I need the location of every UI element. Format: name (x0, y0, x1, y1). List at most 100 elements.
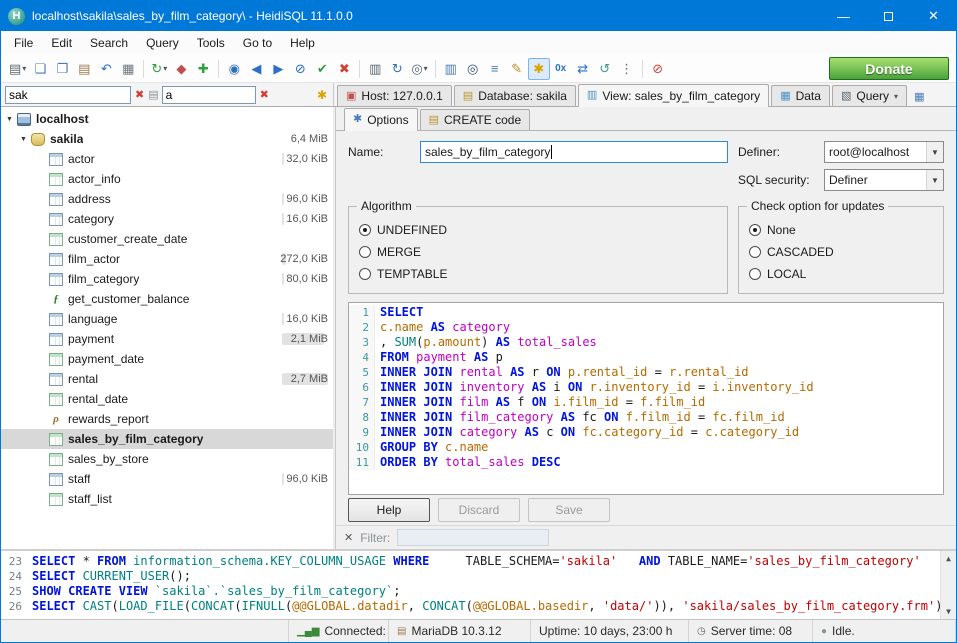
tree-item-payment-date[interactable]: ▼payment_date (1, 349, 333, 369)
table-filter-input[interactable] (162, 86, 256, 104)
tree-item-film-category[interactable]: ▼film_category80,0 KiB (1, 269, 333, 289)
sync-button[interactable]: ↺ (594, 58, 616, 80)
tree-item-payment[interactable]: ▼payment2,1 MiB (1, 329, 333, 349)
expand-arrow-icon[interactable]: ▼ (17, 136, 30, 143)
tree-item-customer-create-date[interactable]: ▼customer_create_date (1, 229, 333, 249)
close-button[interactable]: ✕ (911, 1, 956, 31)
tree-item-language[interactable]: ▼language16,0 KiB (1, 309, 333, 329)
close-filter-icon[interactable]: ✕ (344, 531, 353, 544)
tree-item-actor[interactable]: ▼actor32,0 KiB (1, 149, 333, 169)
reload-button[interactable]: ↻ (386, 58, 408, 80)
scroll-down-icon[interactable]: ▼ (946, 604, 951, 619)
expand-arrow-icon[interactable]: ▼ (3, 116, 16, 123)
radio-button[interactable] (749, 246, 761, 258)
clear-tree-filter-icon[interactable]: ✖ (134, 88, 145, 101)
tree-item-get-customer-balance[interactable]: ▼ƒget_customer_balance (1, 289, 333, 309)
panels-button[interactable]: ▥ (440, 58, 462, 80)
data-filter-input[interactable] (397, 529, 549, 546)
clear-table-filter-icon[interactable]: ✖ (259, 88, 270, 101)
definer-combo[interactable]: root@localhost ▼ (824, 141, 944, 163)
session-manager-button[interactable]: ▤▾ (6, 58, 29, 80)
copy-button[interactable]: ❐ (51, 58, 73, 80)
radio-option-cascaded[interactable]: CASCADED (749, 241, 933, 263)
search-button[interactable]: ◎▾ (408, 58, 430, 80)
log-scrollbar[interactable]: ▲ ▼ (940, 551, 956, 619)
radio-button[interactable] (359, 246, 371, 258)
new-session-button[interactable]: ❏ (29, 58, 51, 80)
radio-button[interactable] (359, 224, 371, 236)
refresh-button[interactable]: ↻▾ (148, 58, 170, 80)
stop-button[interactable]: ⊘ (647, 58, 669, 80)
radio-option-undefined[interactable]: UNDEFINED (359, 219, 717, 241)
radio-option-none[interactable]: None (749, 219, 933, 241)
sql-editor[interactable]: 1SELECT2c.name AS category3, SUM(p.amoun… (348, 302, 944, 495)
undo-button[interactable]: ↶ (95, 58, 117, 80)
radio-button[interactable] (749, 268, 761, 280)
tree-node-sakila[interactable]: ▼sakila6,4 MiB (1, 129, 333, 149)
tree-node-localhost[interactable]: ▼localhost (1, 109, 333, 129)
menu-item-file[interactable]: File (5, 32, 42, 54)
radio-option-merge[interactable]: MERGE (359, 241, 717, 263)
tab-create-code[interactable]: ▤CREATE code (420, 109, 531, 130)
scroll-up-icon[interactable]: ▲ (946, 551, 951, 566)
tab-data[interactable]: ▦Data (771, 85, 830, 106)
tab-host[interactable]: ▣Host: 127.0.0.1 (337, 85, 452, 106)
radio-button[interactable] (749, 224, 761, 236)
find-text-button[interactable]: ◎ (462, 58, 484, 80)
help-button[interactable]: Help (348, 498, 430, 522)
paste-button[interactable]: ▤ (73, 58, 95, 80)
user-manager-button[interactable]: ◆ (170, 58, 192, 80)
edit-button[interactable]: ✎ (506, 58, 528, 80)
discard-button[interactable]: Discard (438, 498, 520, 522)
menu-item-tools[interactable]: Tools (188, 32, 234, 54)
tab-options[interactable]: ✱Options (344, 108, 418, 131)
swap-button[interactable]: ⇄ (572, 58, 594, 80)
tab-database[interactable]: ▤Database: sakila (454, 85, 576, 106)
previous-record-button[interactable]: ◀ (245, 58, 267, 80)
database-tree: ▼localhost▼sakila6,4 MiB▼actor32,0 KiB▼a… (1, 107, 333, 549)
tree-filter-input[interactable] (5, 86, 131, 104)
sql-security-combo[interactable]: Definer ▼ (824, 169, 944, 191)
tree-item-film-actor[interactable]: ▼film_actor272,0 KiB (1, 249, 333, 269)
menu-item-search[interactable]: Search (81, 32, 137, 54)
tree-item-actor-info[interactable]: ▼actor_info (1, 169, 333, 189)
hex-view-button[interactable]: 0x (550, 58, 572, 80)
tree-item-address[interactable]: ▼address96,0 KiB (1, 189, 333, 209)
tree-item-category[interactable]: ▼category16,0 KiB (1, 209, 333, 229)
donate-button[interactable]: Donate (829, 57, 949, 80)
save-button[interactable]: Save (528, 498, 610, 522)
tree-item-label: payment (68, 332, 114, 346)
menu-item-help[interactable]: Help (281, 32, 324, 54)
connect-button[interactable]: ✚ (192, 58, 214, 80)
discard-button[interactable]: ✖ (333, 58, 355, 80)
tab-view[interactable]: ▥View: sales_by_film_category (578, 84, 769, 107)
menu-item-go-to[interactable]: Go to (234, 32, 281, 54)
minimize-button[interactable]: — (821, 1, 866, 31)
print-button[interactable]: ▦ (117, 58, 139, 80)
radio-option-temptable[interactable]: TEMPTABLE (359, 263, 717, 285)
menu-item-edit[interactable]: Edit (42, 32, 81, 54)
tree-item-rental-date[interactable]: ▼rental_date (1, 389, 333, 409)
menu-item-query[interactable]: Query (137, 32, 188, 54)
radio-option-local[interactable]: LOCAL (749, 263, 933, 285)
tree-item-staff-list[interactable]: ▼staff_list (1, 489, 333, 509)
overflow-button[interactable]: ⋮ (616, 58, 638, 80)
tree-item-sales-by-store[interactable]: ▼sales_by_store (1, 449, 333, 469)
info-button[interactable]: ◉ (223, 58, 245, 80)
tree-item-rewards-report[interactable]: ▼ρrewards_report (1, 409, 333, 429)
tab-query[interactable]: ▧Query▾ (832, 85, 907, 106)
tree-item-rental[interactable]: ▼rental2,7 MiB (1, 369, 333, 389)
new-query-tab-button[interactable]: ▥ (364, 58, 386, 80)
replace-button[interactable]: ≡ (484, 58, 506, 80)
highlight-button[interactable]: ✱ (528, 58, 550, 80)
next-record-button[interactable]: ▶ (267, 58, 289, 80)
apply-button[interactable]: ✔ (311, 58, 333, 80)
view-name-input[interactable]: sales_by_film_category (420, 141, 728, 163)
query-tab-menu-icon[interactable]: ▦ (909, 86, 929, 106)
radio-button[interactable] (359, 268, 371, 280)
filter-favorites-icon[interactable]: ✱ (317, 88, 329, 102)
maximize-button[interactable] (866, 1, 911, 31)
tree-item-staff[interactable]: ▼staff96,0 KiB (1, 469, 333, 489)
cancel-operation-button[interactable]: ⊘ (289, 58, 311, 80)
tree-item-sales-by-film-category[interactable]: ▼sales_by_film_category (1, 429, 333, 449)
